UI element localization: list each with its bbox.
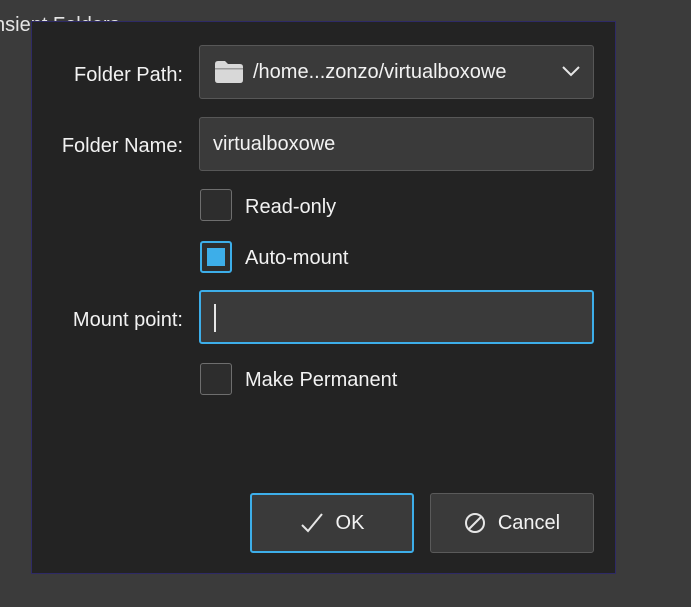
ok-button[interactable]: OK [250, 493, 414, 553]
mount-point-field[interactable] [199, 290, 594, 344]
ok-button-label: OK [335, 511, 365, 534]
folder-icon [215, 61, 243, 83]
folder-path-value: /home...zonzo/virtualboxowe [253, 61, 507, 83]
text-cursor [214, 304, 216, 332]
checkbox-checked-mark [207, 248, 225, 266]
folder-name-value: virtualboxowe [213, 133, 336, 155]
folder-name-field[interactable]: virtualboxowe [199, 117, 594, 171]
cancel-button-label: Cancel [497, 511, 561, 534]
check-icon [300, 513, 323, 533]
make-permanent-checkbox[interactable] [200, 363, 232, 395]
folder-path-combobox[interactable]: /home...zonzo/virtualboxowe [199, 45, 594, 99]
auto-mount-checkbox[interactable] [200, 241, 232, 273]
read-only-label[interactable]: Read-only [245, 196, 336, 219]
folder-name-label: Folder Name: [61, 135, 183, 157]
cancel-button[interactable]: Cancel [430, 493, 594, 553]
read-only-checkbox[interactable] [200, 189, 232, 221]
auto-mount-label[interactable]: Auto-mount [245, 247, 348, 270]
folder-path-label: Folder Path: [74, 64, 183, 86]
add-share-dialog: Folder Path: /home...zonzo/virtualboxowe… [31, 21, 616, 574]
chevron-down-icon[interactable] [561, 64, 581, 78]
mount-point-label: Mount point: [72, 309, 183, 331]
make-permanent-label[interactable]: Make Permanent [245, 369, 397, 392]
cancel-icon [464, 513, 485, 533]
